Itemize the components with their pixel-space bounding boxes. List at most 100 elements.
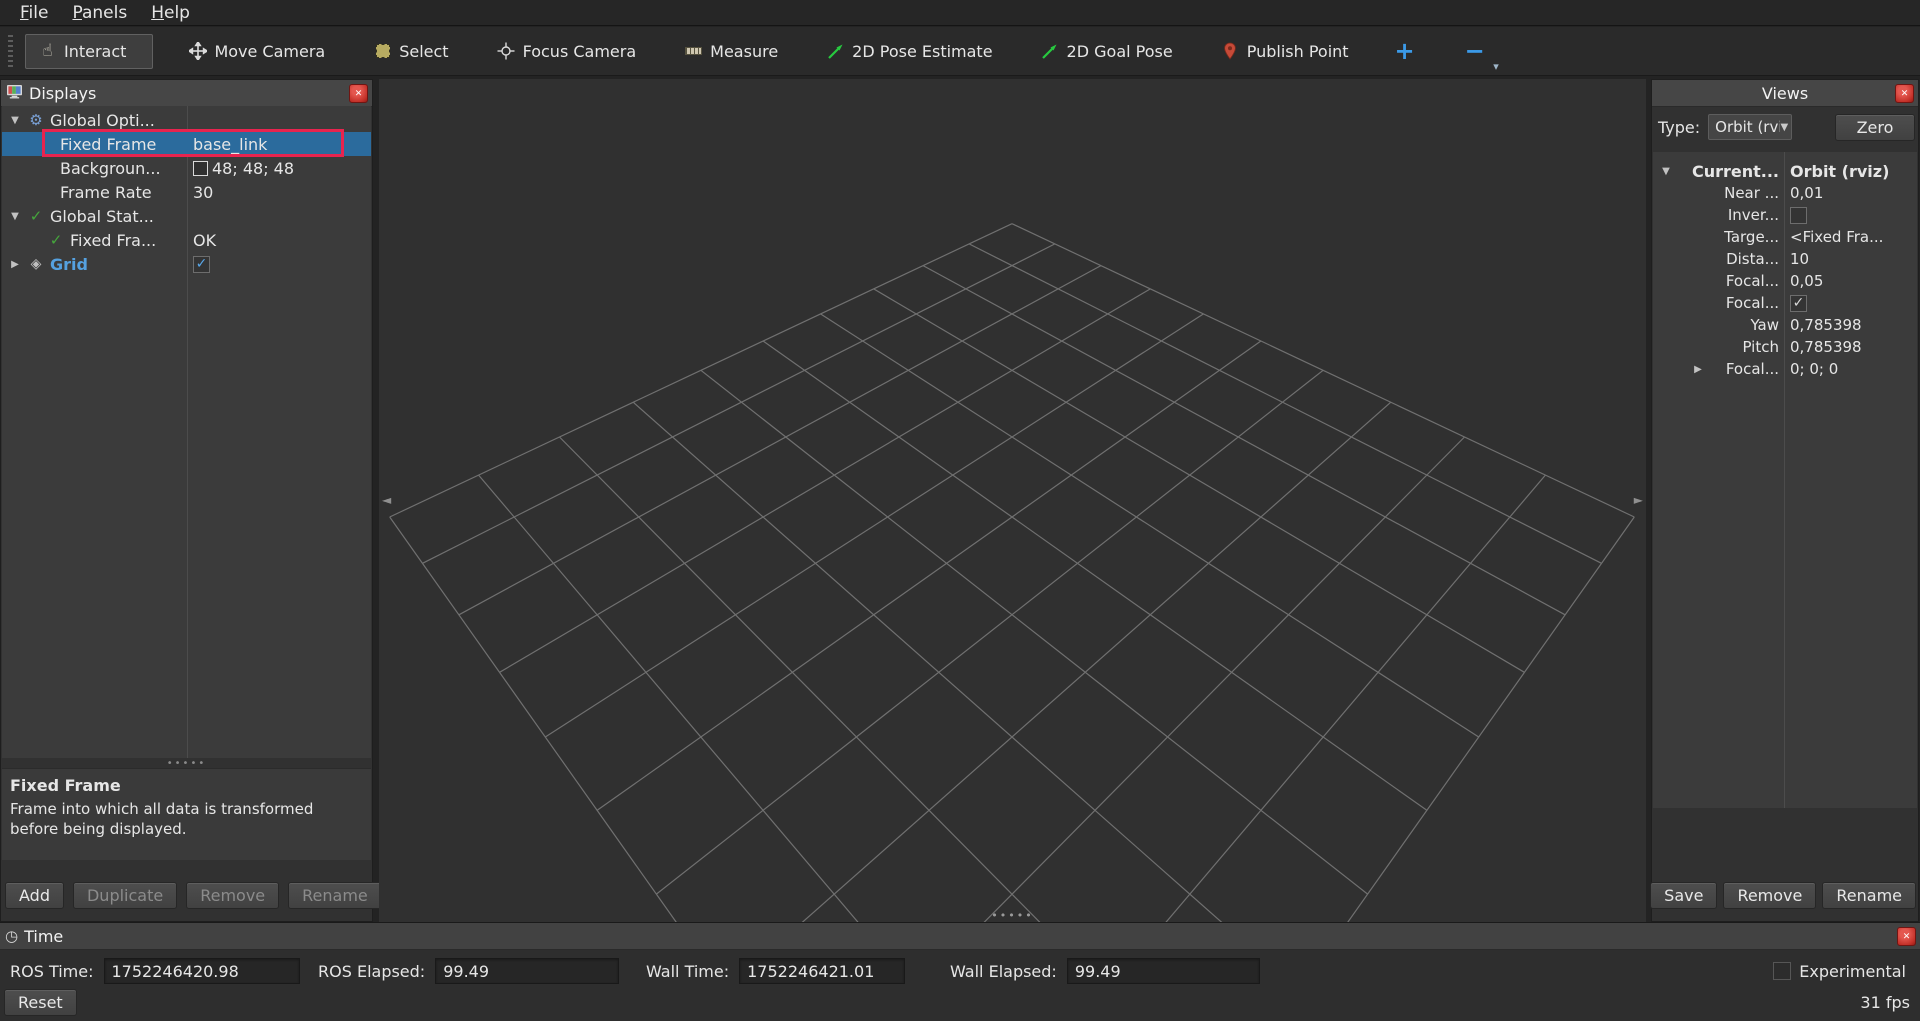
tree-row-focal-shape-fixed[interactable]: Focal...: [1653, 292, 1917, 314]
collapse-right-icon[interactable]: ►: [1634, 493, 1643, 507]
tree-row-global-options[interactable]: ⚙Global Opti...: [2, 108, 371, 132]
frame-rate-value[interactable]: 30: [187, 183, 371, 202]
pitch-value[interactable]: 0,785398: [1784, 338, 1917, 356]
chevron-down-icon[interactable]: [8, 115, 22, 126]
row-label: Focal...: [1726, 360, 1779, 378]
menu-file[interactable]: File: [8, 0, 60, 26]
focal-point-value[interactable]: 0; 0; 0: [1784, 360, 1917, 378]
view-type-dropdown[interactable]: Orbit (rviz ▼: [1708, 114, 1792, 140]
add-tool-button[interactable]: +: [1384, 34, 1426, 68]
help-title: Fixed Frame: [10, 775, 363, 797]
ros-elapsed-label: ROS Elapsed:: [318, 962, 425, 981]
reset-button[interactable]: Reset: [4, 989, 77, 1016]
yaw-value[interactable]: 0,785398: [1784, 316, 1917, 334]
experimental-label: Experimental: [1799, 962, 1906, 981]
wall-time-value[interactable]: 1752246421.01: [739, 958, 905, 984]
displays-panel: Displays ⚙Global Opti... Fixed Frame bas…: [0, 79, 373, 922]
duplicate-button[interactable]: Duplicate: [73, 882, 177, 909]
chevron-down-icon[interactable]: [1659, 166, 1673, 177]
green-arrow-icon: [1041, 42, 1060, 61]
row-label: Backgroun...: [60, 159, 161, 178]
tree-row-yaw[interactable]: Yaw 0,785398: [1653, 314, 1917, 336]
menu-help[interactable]: Help: [139, 0, 202, 26]
save-button[interactable]: Save: [1650, 882, 1717, 909]
tree-row-fixed-frame-status[interactable]: ✓Fixed Fra... OK: [2, 228, 371, 252]
add-button[interactable]: Add: [5, 882, 64, 909]
row-label: Inver...: [1728, 206, 1779, 224]
target-frame-value[interactable]: <Fixed Fra...: [1784, 228, 1917, 246]
near-clip-value[interactable]: 0,01: [1784, 184, 1917, 202]
fixed-frame-value[interactable]: base_link: [187, 135, 371, 154]
close-icon[interactable]: [1895, 84, 1914, 103]
time-panel-title: Time: [24, 927, 63, 946]
bottom-splitter-handle[interactable]: •••••: [983, 909, 1043, 922]
ros-time-value[interactable]: 1752246420.98: [104, 958, 300, 984]
tree-row-target-frame[interactable]: Targe... <Fixed Fra...: [1653, 226, 1917, 248]
tool-2d-goal-pose[interactable]: 2D Goal Pose: [1028, 34, 1186, 69]
tree-row-focal-shape-size[interactable]: Focal... 0,05: [1653, 270, 1917, 292]
remove-tool-button[interactable]: −: [1454, 34, 1496, 68]
rviz-window: File Panels Help ☝ Interact Move Camera …: [0, 0, 1920, 1021]
panel-splitter-handle[interactable]: •••••: [1, 760, 372, 768]
chevron-right-icon[interactable]: [8, 259, 22, 270]
displays-panel-titlebar[interactable]: Displays: [1, 80, 372, 107]
focal-shape-fixed-checkbox[interactable]: [1790, 295, 1807, 312]
experimental-checkbox[interactable]: [1773, 962, 1791, 980]
ros-time-label: ROS Time:: [10, 962, 94, 981]
tree-row-near-clip[interactable]: Near ... 0,01: [1653, 182, 1917, 204]
close-icon[interactable]: [349, 84, 368, 103]
tree-row-focal-point[interactable]: Focal... 0; 0; 0: [1653, 358, 1917, 380]
remove-button[interactable]: Remove: [186, 882, 279, 909]
map-pin-icon: [1221, 42, 1240, 61]
rename-button[interactable]: Rename: [1822, 882, 1916, 909]
wall-time-group: Wall Time: 1752246421.01: [646, 949, 905, 993]
rename-button[interactable]: Rename: [288, 882, 382, 909]
tool-move-camera[interactable]: Move Camera: [175, 34, 338, 69]
focal-shape-size-value[interactable]: 0,05: [1784, 272, 1917, 290]
invert-z-checkbox[interactable]: [1790, 207, 1807, 224]
row-label: Fixed Frame: [60, 135, 156, 154]
3d-viewport[interactable]: ◄ ► •••••: [379, 79, 1646, 922]
color-swatch[interactable]: [193, 161, 208, 176]
help-text: Frame into which all data is transformed…: [10, 799, 363, 840]
views-panel-titlebar[interactable]: Views: [1652, 80, 1918, 107]
time-panel-titlebar[interactable]: ◷ Time: [0, 923, 1920, 950]
zero-button[interactable]: Zero: [1835, 114, 1915, 141]
wall-elapsed-value[interactable]: 99.49: [1067, 958, 1260, 984]
tree-row-distance[interactable]: Dista... 10: [1653, 248, 1917, 270]
background-color-value[interactable]: 48; 48; 48: [187, 159, 371, 178]
row-label: Grid: [50, 255, 88, 274]
tool-focus-camera[interactable]: Focus Camera: [484, 34, 650, 69]
remove-button[interactable]: Remove: [1723, 882, 1816, 909]
displays-panel-title: Displays: [29, 84, 96, 103]
tree-row-invert-z[interactable]: Inver...: [1653, 204, 1917, 226]
ros-elapsed-value[interactable]: 99.49: [435, 958, 619, 984]
chevron-right-icon[interactable]: [1691, 364, 1705, 375]
row-label: Pitch: [1742, 338, 1779, 356]
tree-row-fixed-frame[interactable]: Fixed Frame base_link: [2, 132, 371, 156]
tool-publish-point-label: Publish Point: [1247, 42, 1349, 61]
row-label: Targe...: [1724, 228, 1779, 246]
tree-row-current-view[interactable]: Current... Orbit (rviz): [1653, 160, 1917, 182]
menu-panels[interactable]: Panels: [60, 0, 139, 26]
tree-row-global-status[interactable]: ✓Global Stat...: [2, 204, 371, 228]
close-icon[interactable]: [1897, 927, 1916, 946]
move-camera-icon: [188, 42, 207, 61]
tree-row-background-color[interactable]: Backgroun... 48; 48; 48: [2, 156, 371, 180]
menu-panels-label: Panels: [72, 3, 127, 23]
tree-row-pitch[interactable]: Pitch 0,785398: [1653, 336, 1917, 358]
tool-publish-point[interactable]: Publish Point: [1208, 34, 1362, 69]
toolbar-drag-handle[interactable]: [8, 35, 13, 67]
chevron-down-icon[interactable]: [8, 211, 22, 222]
views-buttons: Save Remove Rename: [1650, 882, 1916, 909]
tool-measure[interactable]: Measure: [671, 34, 791, 69]
tree-row-frame-rate[interactable]: Frame Rate 30: [2, 180, 371, 204]
tool-2d-pose-estimate[interactable]: 2D Pose Estimate: [813, 34, 1005, 69]
tree-row-grid[interactable]: ◈Grid: [2, 252, 371, 276]
distance-value[interactable]: 10: [1784, 250, 1917, 268]
green-arrow-icon: [826, 42, 845, 61]
grid-enabled-checkbox[interactable]: [193, 256, 210, 273]
tool-interact[interactable]: ☝ Interact: [25, 34, 153, 69]
collapse-left-icon[interactable]: ◄: [382, 493, 391, 507]
tool-select[interactable]: Select: [360, 34, 461, 69]
